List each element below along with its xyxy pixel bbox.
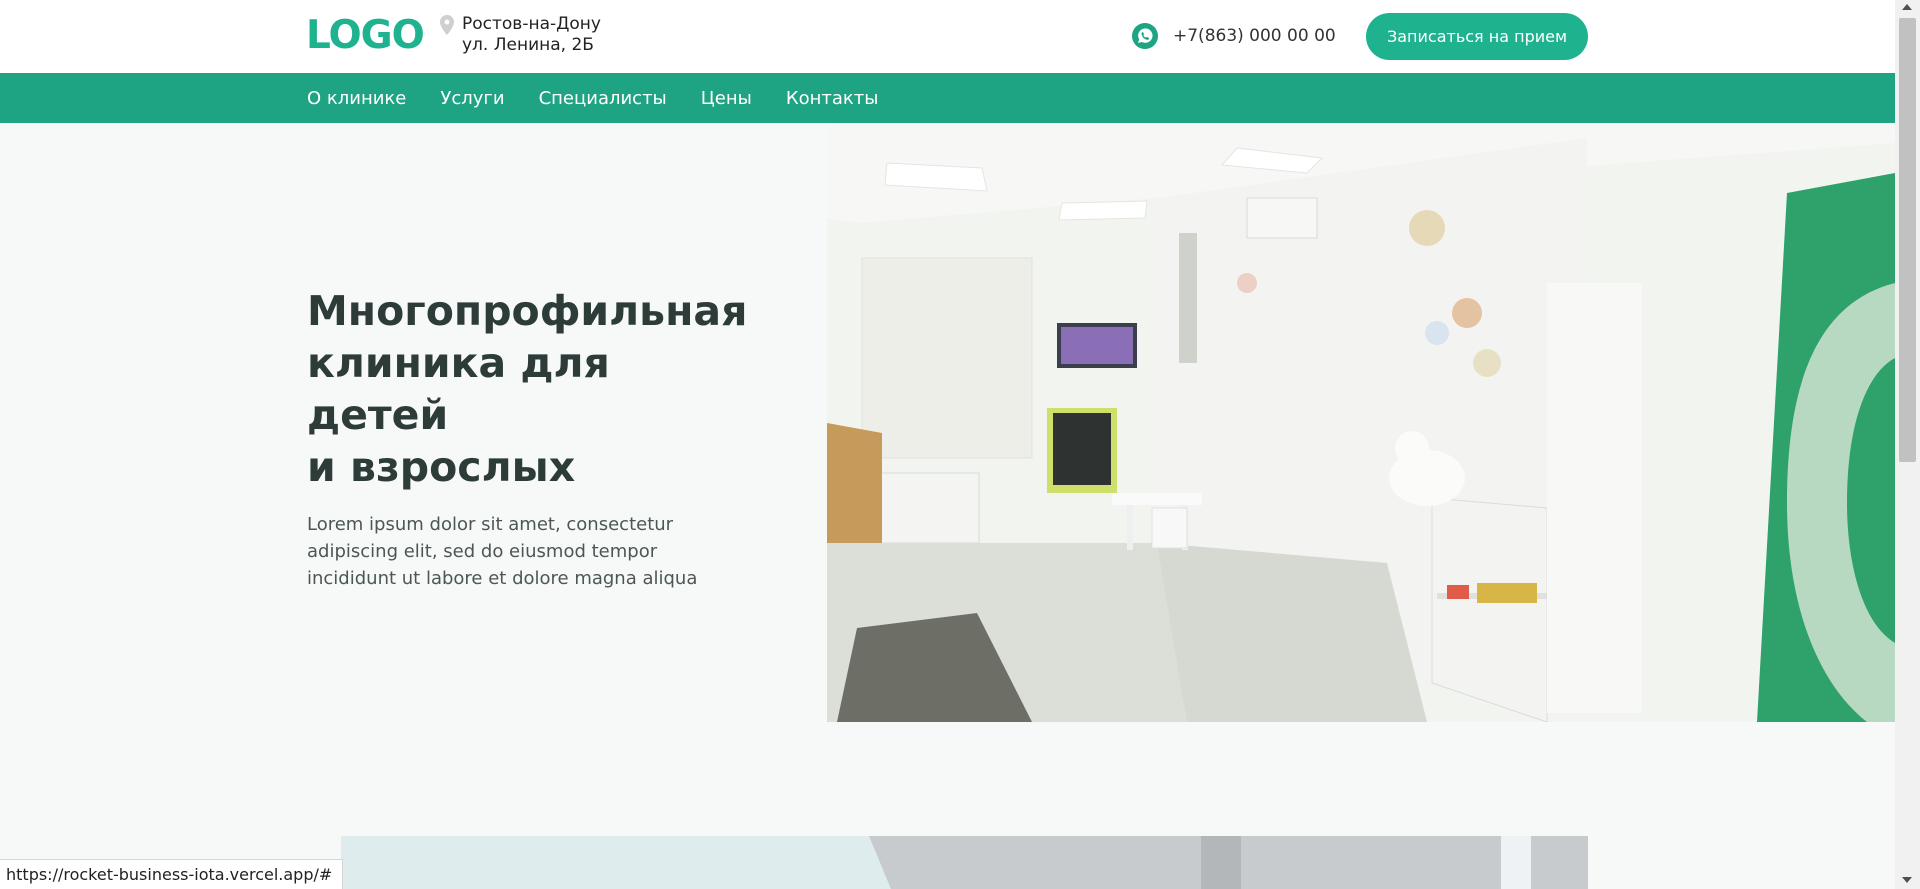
location-pin-icon [440, 15, 454, 35]
address-text: Ростов-на-Дону ул. Ленина, 2Б [462, 14, 601, 56]
nav-item-contacts[interactable]: Контакты [786, 88, 879, 109]
site-header: LOGO Ростов-на-Дону ул. Ленина, 2Б +7(86… [0, 0, 1895, 73]
book-appointment-button[interactable]: Записаться на прием [1366, 13, 1588, 60]
nav-item-specialists[interactable]: Специалисты [539, 88, 667, 109]
nav-items: О клинике Услуги Специалисты Цены Контак… [307, 73, 878, 123]
next-section-preview [341, 836, 1588, 889]
hero-text: Многопрофильная клиника для детей и взро… [307, 285, 748, 592]
nav-item-services[interactable]: Услуги [440, 88, 504, 109]
hero-desc-line: incididunt ut labore et dolore magna ali… [307, 568, 698, 589]
nav-item-about[interactable]: О клинике [307, 88, 406, 109]
status-bar-url: https://rocket-business-iota.vercel.app/… [0, 859, 344, 889]
clinic-interior-photo [827, 123, 1895, 722]
next-section-photo [341, 836, 1588, 889]
scroll-up-arrow-icon[interactable] [1902, 4, 1912, 10]
address-street: ул. Ленина, 2Б [462, 35, 594, 55]
logo[interactable]: LOGO [306, 13, 425, 58]
page-scrollbar[interactable] [1895, 0, 1920, 889]
hero-title-line: клиника для детей [307, 339, 610, 439]
hero-desc-line: Lorem ipsum dolor sit amet, consectetur [307, 514, 674, 535]
clinic-room-illustration [827, 123, 1895, 722]
address-city: Ростов-на-Дону [462, 14, 601, 34]
phone-contact[interactable]: +7(863) 000 00 00 [1131, 22, 1336, 50]
hero-title-line: и взрослых [307, 443, 576, 491]
hero-description: Lorem ipsum dolor sit amet, consectetur … [307, 511, 727, 592]
whatsapp-icon [1132, 23, 1158, 49]
phone-number[interactable]: +7(863) 000 00 00 [1173, 26, 1336, 46]
hero-title-line: Многопрофильная [307, 287, 748, 335]
scroll-down-arrow-icon[interactable] [1902, 877, 1912, 883]
scrollbar-thumb[interactable] [1899, 18, 1916, 462]
main-nav: О клинике Услуги Специалисты Цены Контак… [0, 73, 1895, 123]
nav-item-prices[interactable]: Цены [701, 88, 752, 109]
page: LOGO Ростов-на-Дону ул. Ленина, 2Б +7(86… [0, 0, 1895, 889]
hero-desc-line: adipiscing elit, sed do eiusmod tempor [307, 541, 658, 562]
hero-title: Многопрофильная клиника для детей и взро… [307, 285, 748, 493]
clinic-address: Ростов-на-Дону ул. Ленина, 2Б [440, 14, 601, 56]
